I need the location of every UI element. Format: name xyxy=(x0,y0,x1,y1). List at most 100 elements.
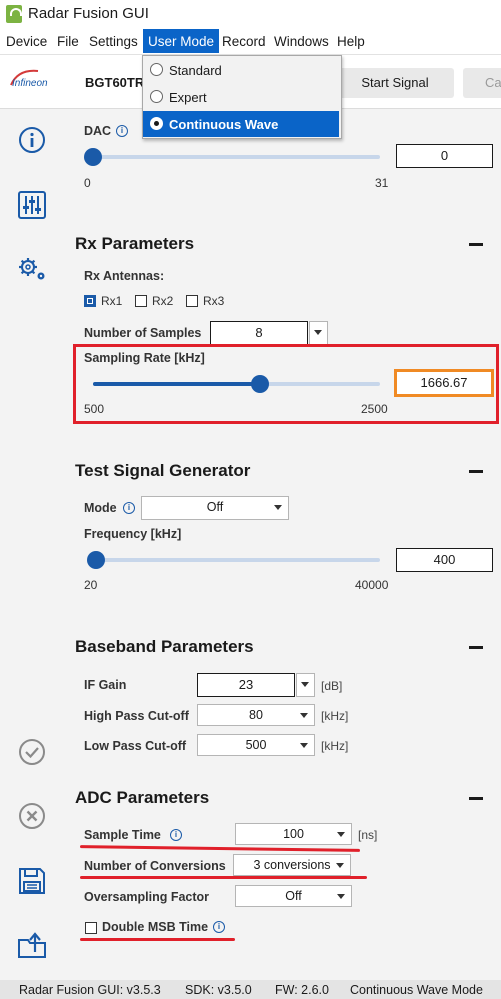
tsg-mode-select[interactable]: Off xyxy=(141,496,289,520)
sample-time-label: Sample Time xyxy=(84,828,161,842)
status-mode: Continuous Wave Mode xyxy=(350,983,483,997)
user-mode-standard-label: Standard xyxy=(169,63,222,78)
export-icon[interactable] xyxy=(16,930,48,960)
samples-dropdown-button[interactable] xyxy=(309,321,328,345)
user-mode-dropdown: Standard Expert Continuous Wave xyxy=(142,55,342,139)
window-title: Radar Fusion GUI xyxy=(28,5,149,22)
dac-max-label: 31 xyxy=(375,176,389,190)
high-pass-select[interactable]: 80 xyxy=(197,704,315,726)
oversampling-value: Off xyxy=(285,889,302,903)
cancel-button[interactable]: Ca xyxy=(463,68,501,98)
tsg-frequency-label: Frequency [kHz] xyxy=(84,527,182,541)
rx-collapse-icon[interactable] xyxy=(469,243,483,246)
sample-time-value: 100 xyxy=(283,827,304,841)
low-pass-select[interactable]: 500 xyxy=(197,734,315,756)
close-circle-icon[interactable] xyxy=(18,802,46,830)
baseband-parameters-title: Baseband Parameters xyxy=(75,637,254,656)
tsg-frequency-slider-track[interactable] xyxy=(93,558,380,562)
dac-slider-track[interactable] xyxy=(93,155,380,159)
high-pass-value: 80 xyxy=(249,708,263,722)
tsg-frequency-max-label: 40000 xyxy=(355,578,389,592)
double-msb-info-icon[interactable]: i xyxy=(213,921,225,933)
if-gain-label: IF Gain xyxy=(84,678,127,692)
rx3-checkbox[interactable] xyxy=(186,295,198,307)
rx2-label: Rx2 xyxy=(152,294,174,308)
tsg-mode-value: Off xyxy=(206,500,224,514)
dac-label: DAC xyxy=(84,124,112,138)
rx1-checkbox[interactable] xyxy=(84,295,96,307)
baseband-collapse-icon[interactable] xyxy=(469,646,483,649)
tsg-mode-info-icon[interactable]: i xyxy=(123,502,135,514)
low-pass-unit: [kHz] xyxy=(321,739,349,753)
app-icon xyxy=(6,5,22,23)
check-circle-icon[interactable] xyxy=(18,738,46,766)
menu-settings[interactable]: Settings xyxy=(89,34,138,49)
conversions-select[interactable]: 3 conversions xyxy=(233,854,351,876)
info-icon[interactable] xyxy=(18,126,46,154)
menu-help[interactable]: Help xyxy=(337,34,365,49)
if-gain-dropdown-button[interactable] xyxy=(296,673,315,697)
user-mode-continuous-wave-item[interactable]: Continuous Wave xyxy=(143,111,339,137)
radio-selected-icon xyxy=(150,117,163,130)
menu-bar: Device File Settings User Mode Record Wi… xyxy=(0,28,501,55)
user-mode-expert-item[interactable]: Expert xyxy=(143,84,339,110)
tsg-collapse-icon[interactable] xyxy=(469,470,483,473)
low-pass-label: Low Pass Cut-off xyxy=(84,739,187,753)
gears-icon[interactable] xyxy=(17,256,49,284)
menu-device[interactable]: Device xyxy=(6,34,47,49)
dac-slider-thumb[interactable] xyxy=(84,148,102,166)
start-signal-button[interactable]: Start Signal xyxy=(336,68,454,98)
status-sdk-version: SDK: v3.5.0 xyxy=(185,983,252,997)
status-bar: Radar Fusion GUI: v3.5.3 SDK: v3.5.0 FW:… xyxy=(0,980,501,999)
menu-user-mode[interactable]: User Mode xyxy=(143,29,220,53)
if-gain-value-input[interactable]: 23 xyxy=(197,673,295,697)
status-gui-version: Radar Fusion GUI: v3.5.3 xyxy=(19,983,161,997)
low-pass-value: 500 xyxy=(245,738,267,752)
sampling-rate-slider-fill xyxy=(93,382,261,386)
save-icon[interactable] xyxy=(17,866,47,896)
conversions-underline xyxy=(80,876,367,879)
adc-parameters-title: ADC Parameters xyxy=(75,788,210,807)
samples-value-input[interactable]: 8 xyxy=(210,321,308,345)
rx-antennas-label: Rx Antennas: xyxy=(84,269,165,283)
user-mode-continuous-wave-label: Continuous Wave xyxy=(169,117,279,132)
double-msb-checkbox[interactable] xyxy=(85,922,97,934)
sample-time-select[interactable]: 100 xyxy=(235,823,352,845)
sample-time-underline xyxy=(79,845,361,852)
rx2-checkbox[interactable] xyxy=(135,295,147,307)
user-mode-standard-item[interactable]: Standard xyxy=(143,57,339,83)
sampling-rate-label: Sampling Rate [kHz] xyxy=(84,351,205,365)
high-pass-label: High Pass Cut-off xyxy=(84,709,189,723)
tsg-mode-label: Mode xyxy=(84,501,117,515)
test-signal-generator-title: Test Signal Generator xyxy=(75,461,251,480)
double-msb-label: Double MSB Time xyxy=(102,920,209,934)
adc-collapse-icon[interactable] xyxy=(469,797,483,800)
dac-min-label: 0 xyxy=(84,176,91,190)
menu-record[interactable]: Record xyxy=(222,34,266,49)
menu-windows[interactable]: Windows xyxy=(274,34,329,49)
sampling-rate-max-label: 2500 xyxy=(361,402,388,416)
tsg-frequency-slider-thumb[interactable] xyxy=(87,551,105,569)
conversions-value: 3 conversions xyxy=(253,858,331,872)
svg-text:Infineon: Infineon xyxy=(12,78,48,89)
sampling-rate-value-input[interactable]: 1666.67 xyxy=(394,369,494,397)
oversampling-label: Oversampling Factor xyxy=(84,890,210,904)
sliders-icon[interactable] xyxy=(17,190,47,220)
high-pass-unit: [kHz] xyxy=(321,709,349,723)
menu-file[interactable]: File xyxy=(57,34,79,49)
sample-time-info-icon[interactable]: i xyxy=(170,829,182,841)
oversampling-select[interactable]: Off xyxy=(235,885,352,907)
sample-time-unit: [ns] xyxy=(358,828,378,842)
sampling-rate-min-label: 500 xyxy=(84,402,105,416)
rx3-label: Rx3 xyxy=(203,294,225,308)
rx1-label: Rx1 xyxy=(101,294,123,308)
dac-info-icon[interactable]: i xyxy=(116,125,128,137)
dac-value-input[interactable]: 0 xyxy=(396,144,493,168)
title-bar: Radar Fusion GUI xyxy=(0,0,501,28)
status-fw-version: FW: 2.6.0 xyxy=(275,983,329,997)
double-msb-underline xyxy=(80,938,235,941)
radio-icon xyxy=(150,63,163,76)
conversions-label: Number of Conversions xyxy=(84,859,226,873)
tsg-frequency-value-input[interactable]: 400 xyxy=(396,548,493,572)
infineon-logo: Infineon xyxy=(10,69,48,89)
